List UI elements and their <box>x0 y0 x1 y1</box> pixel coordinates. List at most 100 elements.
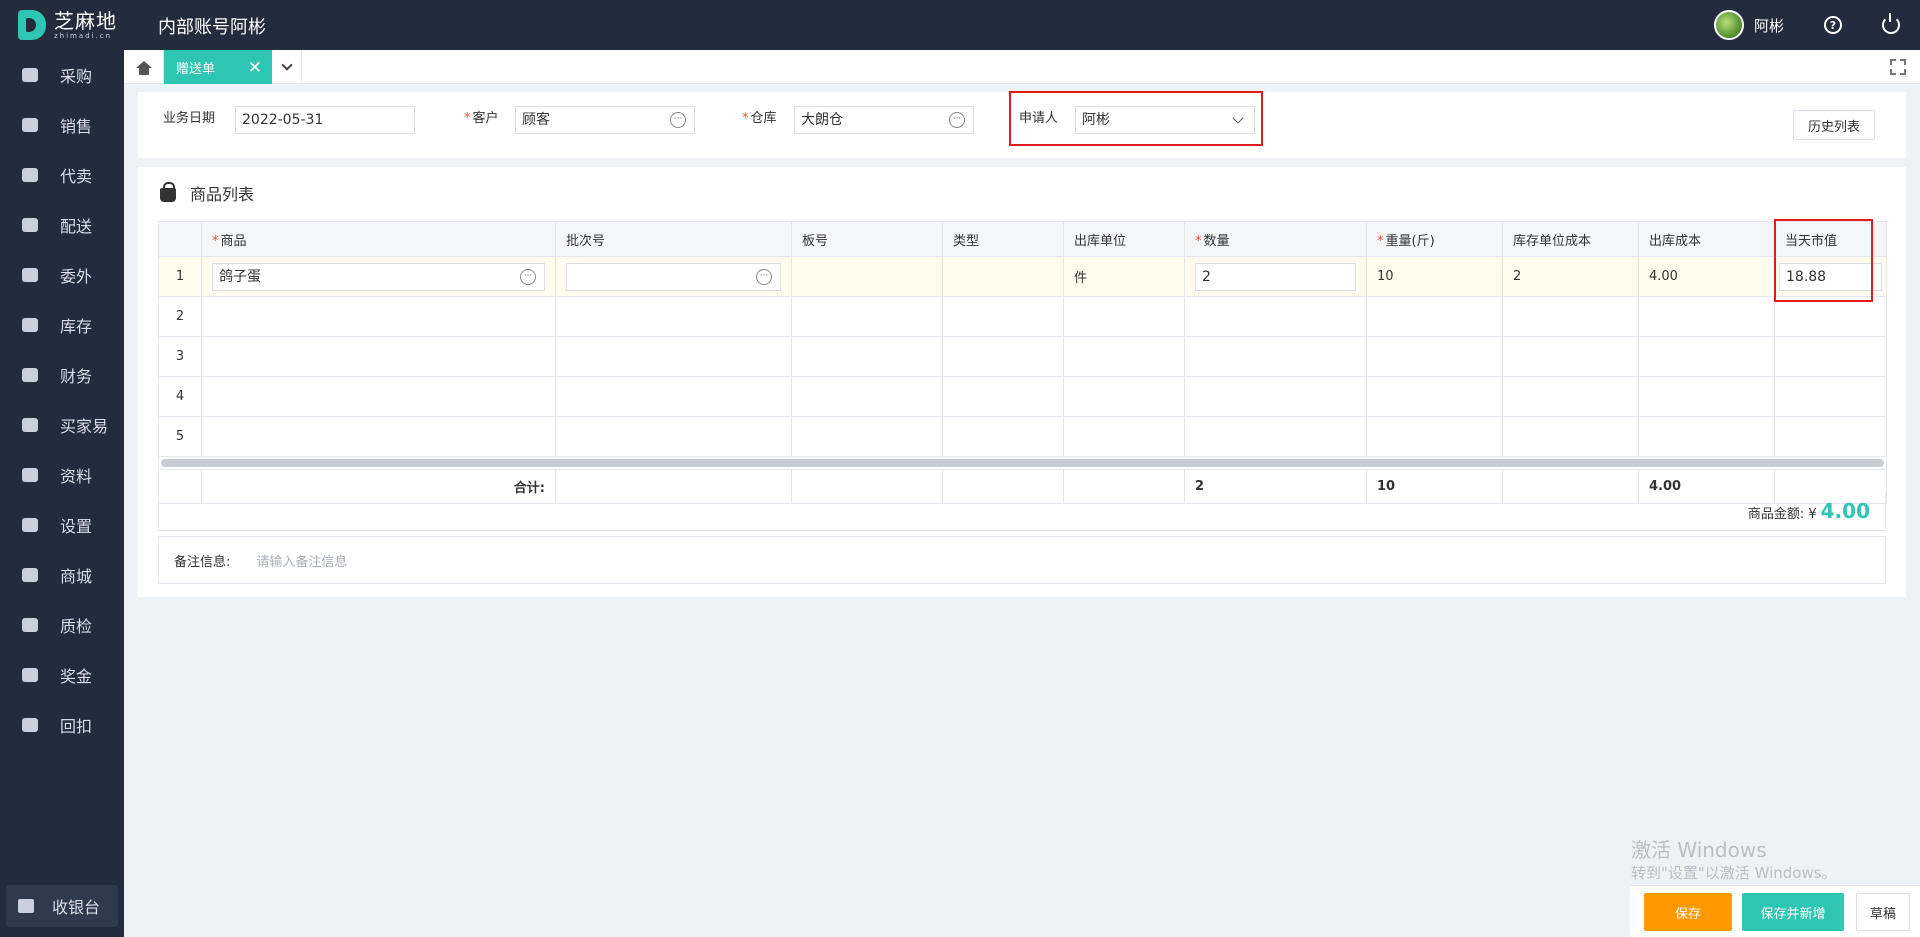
product-table: * 商品 批次号 板号 类型 出库单位 * 数量 * 重量(斤) 库存单位成本 出库成… <box>158 221 1887 504</box>
home-tab[interactable] <box>124 50 164 84</box>
printer-icon <box>20 466 40 484</box>
sidebar-item-label: 销售 <box>60 117 93 136</box>
close-icon[interactable]: ✕ <box>248 58 262 78</box>
sidebar-item-label: 奖金 <box>60 667 93 686</box>
amount-label: 商品金额: <box>1747 507 1805 522</box>
top-bar: 芝麻地 zhimadi.cn 内部账号阿彬 阿彬 ? <box>0 0 1920 50</box>
column-header-index <box>158 221 202 257</box>
column-header: * 商品 <box>201 221 556 257</box>
help-icon[interactable]: ? <box>1824 16 1842 34</box>
more-icon[interactable]: ··· <box>520 268 536 285</box>
sidebar-item-delivery[interactable]: 配送 <box>0 200 124 250</box>
avatar[interactable] <box>1713 10 1744 40</box>
row-index: 3 <box>158 336 202 377</box>
warehouse-field[interactable]: 大朗仓 ··· <box>794 106 974 134</box>
table-row[interactable]: 5 <box>158 416 1887 457</box>
table-header-row: * 商品 批次号 板号 类型 出库单位 * 数量 * 重量(斤) 库存单位成本 出库成… <box>158 221 1887 257</box>
date-label: 业务日期 <box>163 111 216 126</box>
applicant-select[interactable]: 阿彬 <box>1075 106 1255 134</box>
table-row[interactable]: 1 鸽子蛋 ··· ··· 件 2 10 2 4.00 18.88 <box>158 256 1887 297</box>
history-list-button[interactable]: 历史列表 <box>1793 110 1875 140</box>
type-cell[interactable] <box>942 256 1064 297</box>
product-field[interactable]: 鸽子蛋 ··· <box>212 262 545 291</box>
sidebar-item-outsource[interactable]: 委外 <box>0 250 124 300</box>
column-header: * 重量(斤) <box>1366 221 1503 257</box>
store-icon <box>20 566 40 584</box>
sidebar-item-label: 质检 <box>60 617 93 636</box>
sidebar-item-label: 财务 <box>60 367 93 386</box>
sidebar-item-sales[interactable]: 销售 <box>0 100 124 150</box>
power-icon[interactable] <box>1882 13 1900 34</box>
yen-shield-icon <box>20 366 40 384</box>
more-icon[interactable]: ··· <box>949 112 965 128</box>
app-logo[interactable]: 芝麻地 zhimadi.cn <box>18 10 128 40</box>
column-header: 库存单位成本 <box>1502 221 1639 257</box>
customer-field[interactable]: 顾客 ··· <box>515 106 695 134</box>
table-row[interactable]: 2 <box>158 296 1887 337</box>
save-and-new-button[interactable]: 保存并新增 <box>1742 893 1844 931</box>
sidebar-item-qc[interactable]: 质检 <box>0 600 124 650</box>
sidebar-item-data[interactable]: 资料 <box>0 450 124 500</box>
basket-icon <box>160 182 176 202</box>
weight-cell[interactable]: 10 <box>1366 256 1503 297</box>
order-header-form: 业务日期 2022-05-31 * 客户 顾客 ··· * 仓库 大朗仓 ··· 申… <box>138 91 1906 158</box>
basket-icon <box>20 66 40 84</box>
sidebar-item-mall[interactable]: 商城 <box>0 550 124 600</box>
sidebar-item-consign[interactable]: 代卖 <box>0 150 124 200</box>
column-header: 出库单位 <box>1063 221 1185 257</box>
board-cell[interactable] <box>791 256 943 297</box>
required-mark: * <box>742 111 749 126</box>
row-index: 2 <box>158 296 202 337</box>
tab-label: 赠送单 <box>176 61 216 77</box>
cashier-label: 收银台 <box>52 898 101 917</box>
sidebar-item-inventory[interactable]: 库存 <box>0 300 124 350</box>
remark-label: 备注信息: <box>174 554 231 570</box>
store-icon <box>20 416 40 434</box>
row-index: 4 <box>158 376 202 417</box>
chevron-down-icon <box>280 59 293 71</box>
draft-button[interactable]: 草稿 <box>1856 893 1910 931</box>
fullscreen-icon[interactable] <box>1890 59 1906 75</box>
windows-watermark: 激活 Windows <box>1631 838 1767 862</box>
customer-label: * 客户 <box>464 111 499 126</box>
column-header: * 数量 <box>1184 221 1367 257</box>
remark-row: 备注信息: 请输入备注信息 <box>158 536 1886 584</box>
column-header: 板号 <box>791 221 943 257</box>
building-icon <box>20 716 40 734</box>
sidebar-item-finance[interactable]: 财务 <box>0 350 124 400</box>
date-field[interactable]: 2022-05-31 <box>235 106 415 134</box>
sidebar-item-buyer[interactable]: 买家易 <box>0 400 124 450</box>
sidebar-item-rebate[interactable]: 回扣 <box>0 700 124 750</box>
sidebar-item-label: 设置 <box>60 517 93 536</box>
column-header: 类型 <box>942 221 1064 257</box>
batch-field[interactable]: ··· <box>566 262 781 291</box>
highlight-box <box>1774 219 1873 302</box>
windows-watermark-hint: 转到"设置"以激活 Windows。 <box>1631 864 1837 882</box>
table-row[interactable]: 4 <box>158 376 1887 417</box>
amount-value: 4.00 <box>1820 499 1870 523</box>
more-icon[interactable]: ··· <box>756 268 772 285</box>
remark-input[interactable]: 请输入备注信息 <box>256 551 347 570</box>
more-icon[interactable]: ··· <box>670 112 686 128</box>
sidebar-item-settings[interactable]: 设置 <box>0 500 124 550</box>
unit-cell[interactable]: 件 <box>1063 256 1185 297</box>
truck-icon <box>20 216 40 234</box>
tag-icon <box>20 166 40 184</box>
warehouse-label: * 仓库 <box>742 111 777 126</box>
tab-gift-order[interactable]: 赠送单 ✕ <box>164 50 272 84</box>
sidebar-item-label: 配送 <box>60 217 93 236</box>
cashier-button[interactable]: 收银台 <box>6 885 118 927</box>
save-button[interactable]: 保存 <box>1644 893 1732 931</box>
quantity-field[interactable]: 2 <box>1195 262 1356 291</box>
tab-dropdown[interactable] <box>272 50 302 84</box>
sidebar-item-label: 回扣 <box>60 717 93 736</box>
sidebar: 采购 销售 代卖 配送 委外 库存 财务 买家易 资料 设置 商城 质检 奖金 … <box>0 50 124 937</box>
horizontal-scrollbar[interactable] <box>161 459 1884 467</box>
required-mark: * <box>464 111 471 126</box>
table-row[interactable]: 3 <box>158 336 1887 377</box>
user-name[interactable]: 阿彬 <box>1754 15 1784 36</box>
logo-subtext: zhimadi.cn <box>54 31 113 40</box>
store-icon <box>20 666 40 684</box>
sidebar-item-bonus[interactable]: 奖金 <box>0 650 124 700</box>
sidebar-item-purchase[interactable]: 采购 <box>0 50 124 100</box>
